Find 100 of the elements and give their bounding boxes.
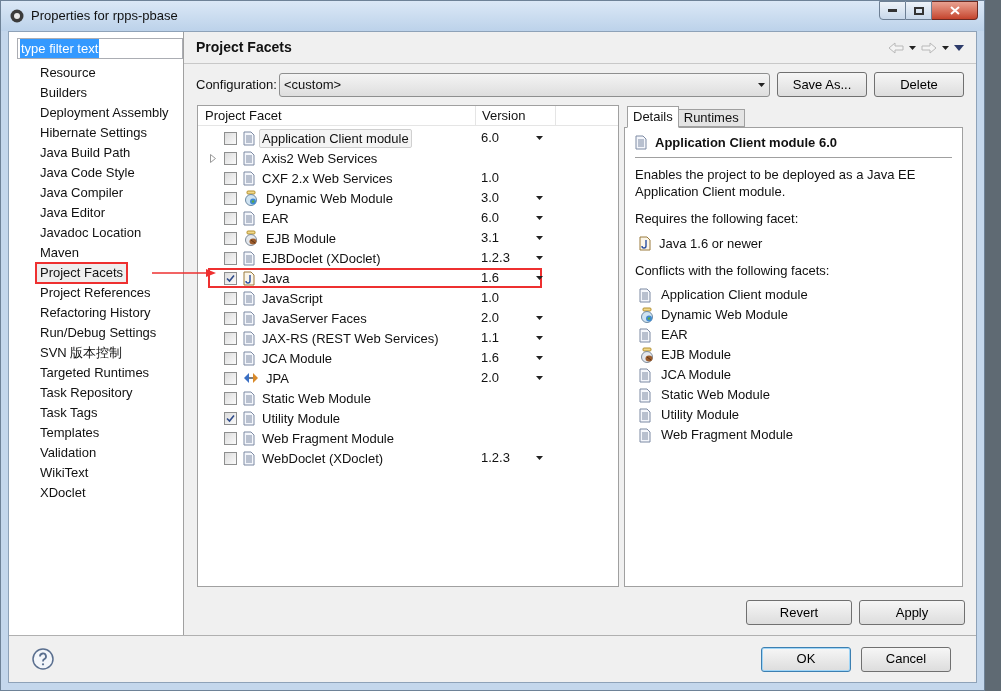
facet-name[interactable]: EAR — [259, 208, 292, 228]
facet-name[interactable]: EJB Module — [263, 228, 340, 248]
dialog-button[interactable]: OK — [761, 646, 851, 672]
dropdown-caret-icon[interactable] — [536, 236, 543, 240]
dropdown-caret-icon[interactable] — [536, 276, 543, 280]
facet-row[interactable]: Dynamic Web Module 3.0 — [208, 188, 542, 208]
facet-row[interactable]: JPA 2.0 — [208, 368, 542, 388]
configuration-dropdown[interactable]: <custom> — [279, 72, 770, 97]
checkbox[interactable] — [224, 151, 237, 165]
facet-name[interactable]: JCA Module — [259, 348, 336, 368]
sidebar-item[interactable]: Refactoring History — [35, 302, 156, 324]
checkbox[interactable] — [224, 171, 237, 185]
facet-name[interactable]: JavaServer Faces — [259, 308, 370, 328]
facet-row[interactable]: CXF 2.x Web Services 1.0 — [208, 168, 542, 188]
facet-name[interactable]: JAX-RS (REST Web Services) — [259, 328, 442, 348]
checkbox[interactable] — [224, 451, 237, 465]
dropdown-caret-icon[interactable] — [536, 216, 543, 220]
facet-row[interactable]: JCA Module 1.6 — [208, 348, 542, 368]
facet-row[interactable]: WebDoclet (XDoclet) 1.2.3 — [208, 448, 542, 468]
sidebar-item[interactable]: Hibernate Settings — [35, 122, 152, 144]
facet-row[interactable]: Application Client module 6.0 — [208, 128, 542, 148]
checkbox[interactable] — [224, 291, 237, 305]
checkbox[interactable] — [224, 331, 237, 345]
sidebar-item[interactable]: XDoclet — [35, 482, 91, 504]
facet-row[interactable]: JAX-RS (REST Web Services) 1.1 — [208, 328, 542, 348]
sidebar-item[interactable]: Templates — [35, 422, 105, 444]
sidebar-item[interactable]: Task Repository — [35, 382, 138, 404]
help-icon[interactable] — [32, 648, 54, 670]
facet-name[interactable]: Axis2 Web Services — [259, 148, 381, 168]
facet-name[interactable]: Application Client module — [259, 128, 412, 148]
view-menu-icon[interactable] — [954, 44, 964, 51]
checkbox[interactable] — [224, 391, 237, 405]
checkbox[interactable] — [224, 251, 237, 265]
facet-row[interactable]: JavaScript 1.0 — [208, 288, 542, 308]
expand-arrow-icon[interactable] — [210, 153, 216, 163]
sidebar-item[interactable]: WikiText — [35, 462, 94, 484]
minimize-button[interactable] — [879, 1, 906, 20]
facet-name[interactable]: CXF 2.x Web Services — [259, 168, 396, 188]
checkbox[interactable] — [224, 191, 237, 205]
facet-name[interactable]: WebDoclet (XDoclet) — [259, 448, 387, 468]
facet-row[interactable]: Java 1.6 — [208, 268, 542, 288]
dropdown-caret-icon[interactable] — [536, 456, 543, 460]
facet-name[interactable]: Static Web Module — [259, 388, 374, 408]
facet-name[interactable]: Java — [259, 268, 293, 288]
checkbox[interactable] — [224, 371, 237, 385]
sidebar-item[interactable]: Validation — [35, 442, 102, 464]
sidebar-item[interactable]: Builders — [35, 82, 92, 104]
maximize-button[interactable] — [906, 1, 932, 20]
checkbox[interactable] — [224, 271, 237, 285]
dialog-button[interactable]: Delete — [874, 72, 964, 97]
sidebar-item[interactable]: Maven — [35, 242, 85, 264]
dropdown-caret-icon[interactable] — [536, 256, 543, 260]
dialog-button[interactable]: Revert — [746, 600, 852, 625]
facet-row[interactable]: JavaServer Faces 2.0 — [208, 308, 542, 328]
checkbox[interactable] — [224, 231, 237, 245]
checkbox[interactable] — [224, 411, 237, 425]
facet-name[interactable]: Dynamic Web Module — [263, 188, 396, 208]
dialog-button[interactable]: Cancel — [861, 646, 951, 672]
facet-row[interactable]: Axis2 Web Services — [208, 148, 542, 168]
facet-name[interactable]: Utility Module — [259, 408, 344, 428]
facet-row[interactable]: Utility Module — [208, 408, 542, 428]
dropdown-caret-icon[interactable] — [536, 136, 543, 140]
facet-name[interactable]: Web Fragment Module — [259, 428, 397, 448]
dropdown-caret-icon[interactable] — [536, 376, 543, 380]
facet-row[interactable]: EJB Module 3.1 — [208, 228, 542, 248]
sidebar-item[interactable]: Java Editor — [35, 202, 111, 224]
sidebar-item[interactable]: Javadoc Location — [35, 222, 147, 244]
dropdown-caret-icon[interactable] — [942, 45, 949, 50]
facet-row[interactable]: EAR 6.0 — [208, 208, 542, 228]
sidebar-item[interactable]: Task Tags — [35, 402, 103, 424]
dropdown-caret-icon[interactable] — [758, 82, 765, 87]
dropdown-caret-icon[interactable] — [536, 196, 543, 200]
dropdown-caret-icon[interactable] — [536, 356, 543, 360]
checkbox[interactable] — [224, 131, 237, 145]
column-header[interactable]: Version — [476, 106, 556, 125]
sidebar-item[interactable]: Run/Debug Settings — [35, 322, 162, 344]
facet-name[interactable]: JPA — [263, 368, 292, 388]
checkbox[interactable] — [224, 351, 237, 365]
sidebar-item[interactable]: Project Facets — [35, 262, 129, 284]
facet-row[interactable]: Web Fragment Module — [208, 428, 542, 448]
dropdown-caret-icon[interactable] — [536, 336, 543, 340]
tab[interactable]: Runtimes — [677, 109, 745, 127]
sidebar-item[interactable]: Targeted Runtimes — [35, 362, 155, 384]
sidebar-item[interactable]: SVN 版本控制 — [35, 342, 128, 364]
sidebar-item[interactable]: Java Build Path — [35, 142, 136, 164]
checkbox[interactable] — [224, 311, 237, 325]
sidebar-item[interactable]: Project References — [35, 282, 156, 304]
facet-name[interactable]: EJBDoclet (XDoclet) — [259, 248, 384, 268]
tab[interactable]: Details — [627, 106, 679, 128]
dropdown-caret-icon[interactable] — [536, 316, 543, 320]
dialog-button[interactable]: Save As... — [777, 72, 867, 97]
checkbox[interactable] — [224, 211, 237, 225]
facet-name[interactable]: JavaScript — [259, 288, 326, 308]
column-header[interactable]: Project Facet — [198, 106, 476, 125]
close-button[interactable] — [932, 1, 978, 20]
facet-row[interactable]: Static Web Module — [208, 388, 542, 408]
facet-row[interactable]: EJBDoclet (XDoclet) 1.2.3 — [208, 248, 542, 268]
sidebar-item[interactable]: Deployment Assembly — [35, 102, 174, 124]
sidebar-item[interactable]: Resource — [35, 62, 101, 84]
checkbox[interactable] — [224, 431, 237, 445]
